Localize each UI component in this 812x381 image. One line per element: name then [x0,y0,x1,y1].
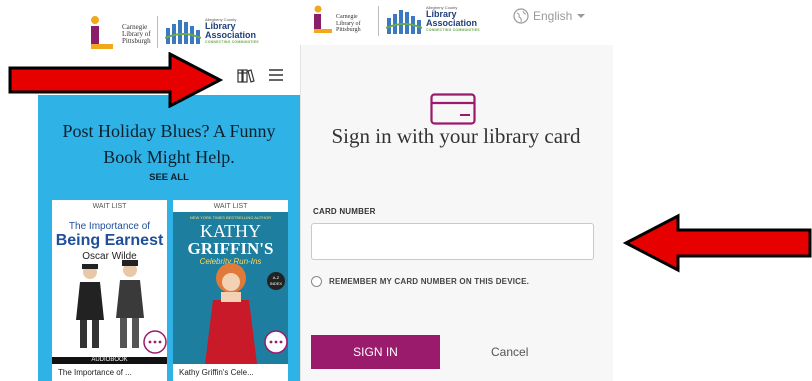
card-number-input[interactable] [311,223,594,260]
az-index-badge: A-Z INDEX [267,272,285,290]
globe-icon [513,8,529,24]
see-all-link[interactable]: SEE ALL [38,172,300,183]
logo-divider [157,16,158,48]
chevron-down-icon [577,14,586,18]
bookshelf-icon[interactable] [237,68,255,84]
ala-wordmark: Allegheny County Library Association CON… [205,17,259,44]
remember-card-label[interactable]: REMEMBER MY CARD NUMBER ON THIS DEVICE. [329,277,529,286]
more-options-icon[interactable] [143,330,167,354]
ala-books-logo-icon [386,10,422,34]
more-options-icon[interactable] [264,330,288,354]
signin-button[interactable]: SIGN IN [311,335,440,369]
card-number-label: CARD NUMBER [313,207,376,216]
library-card-icon [430,93,476,125]
clp-name: Carnegie Library of Pittsburgh [336,14,361,33]
clp-name: Carnegie Library of Pittsburgh [122,23,151,45]
book-title[interactable]: Kathy Griffin's Cele... [179,368,254,377]
logo-divider [378,6,379,36]
book-card[interactable]: WAIT LIST The Importance of Being Earnes… [52,200,167,381]
carnegie-library-logo-icon [91,16,113,49]
wait-list-label: WAIT LIST [213,203,248,210]
signin-title: Sign in with your library card [331,124,581,148]
carnegie-library-logo-icon [314,5,332,33]
kathy-griffin-photo-icon [205,263,257,364]
language-label: English [533,9,573,23]
remember-card-checkbox[interactable] [311,276,322,287]
book-title[interactable]: The Importance of ... [58,368,132,377]
language-selector[interactable]: English [513,8,586,24]
red-arrow-left-icon [622,213,812,273]
red-arrow-right-icon [8,52,224,108]
hamburger-menu-icon[interactable] [268,68,284,82]
wait-list-label: WAIT LIST [92,203,127,210]
cancel-button[interactable]: Cancel [491,345,528,359]
ala-wordmark: Allegheny County Library Association CON… [426,5,480,32]
ala-books-logo-icon [165,20,201,44]
audiobook-badge: AUDIOBOOK [52,357,167,364]
book-card[interactable]: WAIT LIST NEW YORK TIMES BESTSELLING AUT… [173,200,288,381]
promo-title: Post Holiday Blues? A Funny Book Might H… [62,121,276,167]
